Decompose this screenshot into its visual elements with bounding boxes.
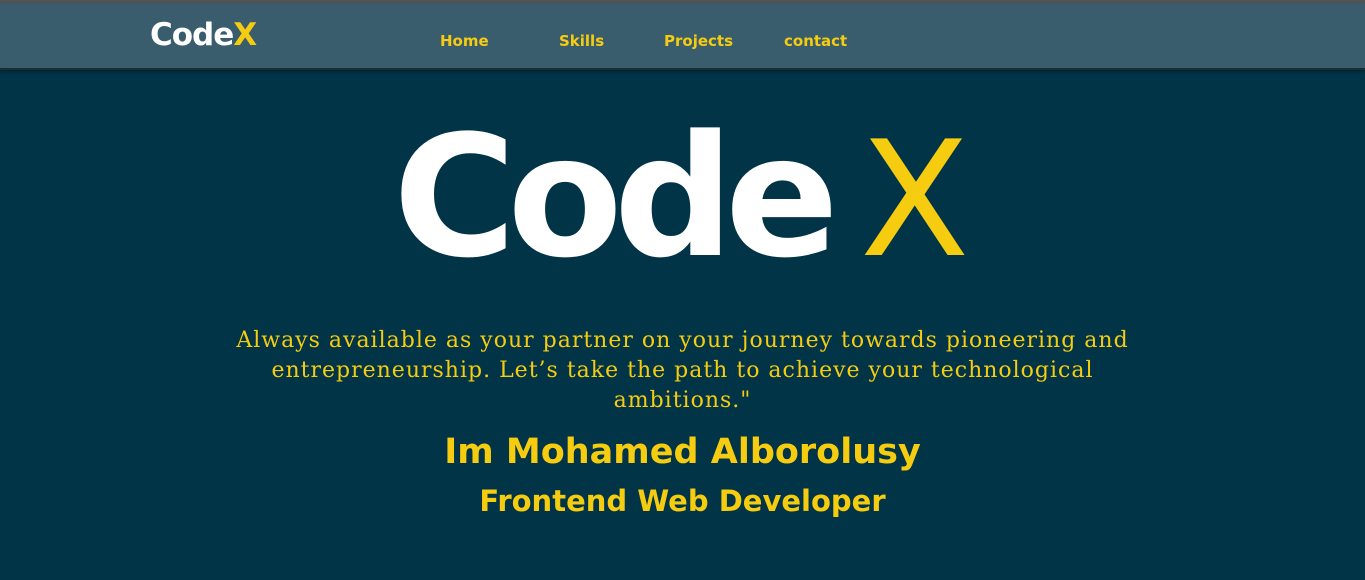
hero-logo: Code X (393, 112, 970, 285)
nav-link-projects[interactable]: Projects (664, 31, 733, 51)
hero-logo-code: Code (393, 99, 839, 295)
hero-logo-x: X (859, 106, 970, 293)
nav-link-skills[interactable]: Skills (559, 31, 604, 51)
brand-logo-x: X (233, 17, 257, 53)
brand-logo[interactable]: CodeX (150, 15, 257, 55)
nav-link-contact[interactable]: contact (784, 31, 847, 51)
navbar: CodeX Home Skills Projects contact (0, 4, 1365, 68)
brand-logo-code: Code (150, 17, 234, 53)
nav-link-home[interactable]: Home (440, 31, 489, 51)
hero-role: Frontend Web Developer (479, 484, 886, 518)
hero-name: Im Mohamed Alborolusy (444, 432, 921, 472)
hero-tagline: Always available as your partner on your… (236, 328, 1129, 413)
